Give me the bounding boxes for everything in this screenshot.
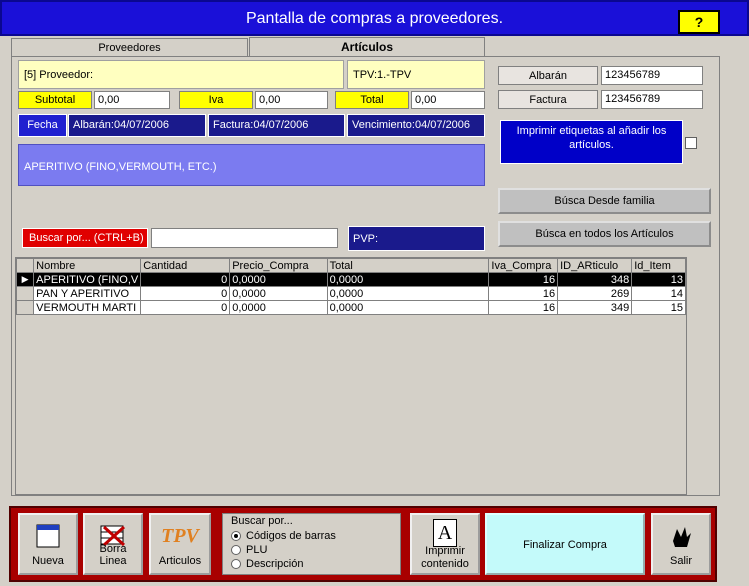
tab-articulos[interactable]: Artículos bbox=[249, 37, 485, 57]
radio-label: Descripción bbox=[246, 558, 304, 570]
radio-label: Códigos de barras bbox=[246, 530, 336, 542]
iva-label: Iva bbox=[179, 91, 253, 109]
col-precio-compra[interactable]: Precio_Compra bbox=[229, 258, 328, 273]
total-field[interactable]: 0,00 bbox=[411, 91, 485, 109]
imprimir-button[interactable]: A Imprimir contenido bbox=[410, 513, 480, 575]
subtotal-field[interactable]: 0,00 bbox=[94, 91, 170, 109]
search-input[interactable] bbox=[151, 228, 338, 248]
cell-precio-compra: 0,0000 bbox=[229, 300, 328, 315]
buscar-por-title: Buscar por... bbox=[231, 515, 293, 527]
cell-nombre: VERMOUTH MARTI bbox=[33, 300, 142, 315]
cell-id-articulo: 348 bbox=[557, 272, 633, 287]
busca-familia-button[interactable]: Búsca Desde familia bbox=[498, 188, 711, 214]
cell-precio-compra: 0,0000 bbox=[229, 286, 328, 301]
bottom-toolbar: Nueva Borra Linea TPV Articulos Buscar p… bbox=[9, 506, 717, 582]
articulos-label: Articulos bbox=[158, 555, 202, 567]
table-row[interactable]: VERMOUTH MARTI 0 0,0000 0,0000 16 349 15 bbox=[15, 300, 686, 315]
pvp-display: PVP: bbox=[348, 226, 485, 251]
cell-cantidad: 0 bbox=[140, 300, 231, 315]
radio-label: PLU bbox=[246, 544, 268, 556]
col-nombre[interactable]: Nombre bbox=[33, 258, 142, 273]
cell-nombre: PAN Y APERITIVO bbox=[33, 286, 142, 301]
nueva-label: Nueva bbox=[32, 555, 64, 567]
cell-iva-compra: 16 bbox=[488, 286, 559, 301]
cell-total: 0,0000 bbox=[326, 272, 490, 287]
cell-iva-compra: 16 bbox=[488, 272, 559, 287]
col-iva-compra[interactable]: Iva_Compra bbox=[488, 258, 559, 273]
vencimiento-date: Vencimiento:04/07/2006 bbox=[347, 114, 485, 137]
cell-id-articulo: 349 bbox=[557, 300, 633, 315]
salir-label: Salir bbox=[669, 555, 692, 567]
factura-date: Factura:04/07/2006 bbox=[208, 114, 345, 137]
articles-grid[interactable]: Nombre Cantidad Precio_Compra Total Iva_… bbox=[15, 257, 687, 495]
borra-linea-button[interactable]: Borra Linea bbox=[83, 513, 143, 575]
cell-iva-compra: 16 bbox=[488, 300, 559, 315]
search-label: Buscar por... (CTRL+B) bbox=[22, 228, 148, 248]
row-indicator bbox=[15, 300, 35, 315]
radio-plu[interactable]: PLU bbox=[231, 543, 267, 557]
radio-codigos-barras[interactable]: Códigos de barras bbox=[231, 529, 336, 543]
radio-selected-icon bbox=[231, 531, 241, 541]
nueva-button[interactable]: Nueva bbox=[18, 513, 78, 575]
cell-nombre: APERITIVO (FINO,V bbox=[33, 272, 142, 287]
cell-total: 0,0000 bbox=[326, 286, 490, 301]
albaran-label: Albarán bbox=[498, 66, 598, 85]
col-cantidad[interactable]: Cantidad bbox=[140, 258, 231, 273]
total-label: Total bbox=[335, 91, 409, 109]
cell-total: 0,0000 bbox=[326, 300, 490, 315]
articulos-button[interactable]: TPV Articulos bbox=[149, 513, 211, 575]
factura-input[interactable]: 123456789 bbox=[601, 90, 703, 109]
imprimir-label-2: contenido bbox=[421, 558, 469, 570]
subtotal-label: Subtotal bbox=[18, 91, 92, 109]
current-row-indicator-icon: ▶ bbox=[15, 272, 35, 287]
finalizar-compra-button[interactable]: Finalizar Compra bbox=[485, 513, 645, 575]
print-labels-text: Imprimir etiquetas al añadir los artícul… bbox=[500, 120, 683, 164]
table-header-row: Nombre Cantidad Precio_Compra Total Iva_… bbox=[15, 258, 686, 273]
cell-cantidad: 0 bbox=[140, 272, 231, 287]
proveedor-display: [5] Proveedor: bbox=[18, 60, 344, 89]
salir-button[interactable]: Salir bbox=[651, 513, 711, 575]
radio-icon bbox=[231, 545, 241, 555]
table-row[interactable]: PAN Y APERITIVO 0 0,0000 0,0000 16 269 1… bbox=[15, 286, 686, 301]
radio-icon bbox=[231, 559, 241, 569]
cell-id-item: 15 bbox=[631, 300, 686, 315]
cell-precio-compra: 0,0000 bbox=[229, 272, 328, 287]
window-title: Pantalla de compras a proveedores. bbox=[245, 10, 504, 27]
title-bar: Pantalla de compras a proveedores. bbox=[0, 0, 749, 36]
fecha-button[interactable]: Fecha bbox=[18, 114, 67, 137]
busca-todos-button[interactable]: Búsca en todos los Artículos bbox=[498, 221, 711, 247]
print-document-icon: A bbox=[433, 519, 457, 547]
new-document-icon bbox=[36, 524, 60, 548]
cell-id-item: 14 bbox=[631, 286, 686, 301]
exit-icon bbox=[673, 527, 691, 547]
radio-descripcion[interactable]: Descripción bbox=[231, 557, 303, 571]
cell-id-articulo: 269 bbox=[557, 286, 633, 301]
cell-cantidad: 0 bbox=[140, 286, 231, 301]
print-labels-checkbox[interactable] bbox=[685, 137, 697, 149]
help-button[interactable]: ? bbox=[678, 10, 720, 34]
albaran-date: Albarán:04/07/2006 bbox=[68, 114, 206, 137]
col-id-articulo[interactable]: ID_ARticulo bbox=[557, 258, 633, 273]
row-indicator bbox=[15, 286, 35, 301]
albaran-input[interactable]: 123456789 bbox=[601, 66, 703, 85]
imprimir-label-1: Imprimir bbox=[425, 545, 465, 557]
tpv-logo-icon: TPV bbox=[161, 525, 199, 547]
col-total[interactable]: Total bbox=[326, 258, 490, 273]
table-row[interactable]: ▶ APERITIVO (FINO,V 0 0,0000 0,0000 16 3… bbox=[15, 272, 686, 287]
borra-linea-label: Borra Linea bbox=[99, 543, 127, 567]
col-id-item[interactable]: Id_Item bbox=[631, 258, 686, 273]
factura-label: Factura bbox=[498, 90, 598, 109]
articles-table: Nombre Cantidad Precio_Compra Total Iva_… bbox=[15, 258, 686, 315]
iva-field[interactable]: 0,00 bbox=[255, 91, 328, 109]
buscar-por-group: Buscar por... Códigos de barras PLU Desc… bbox=[222, 513, 401, 575]
cell-id-item: 13 bbox=[631, 272, 686, 287]
row-indicator-header bbox=[15, 258, 35, 273]
tpv-display: TPV:1.-TPV bbox=[347, 60, 485, 89]
family-display: APERITIVO (FINO,VERMOUTH, ETC.) bbox=[18, 144, 485, 186]
